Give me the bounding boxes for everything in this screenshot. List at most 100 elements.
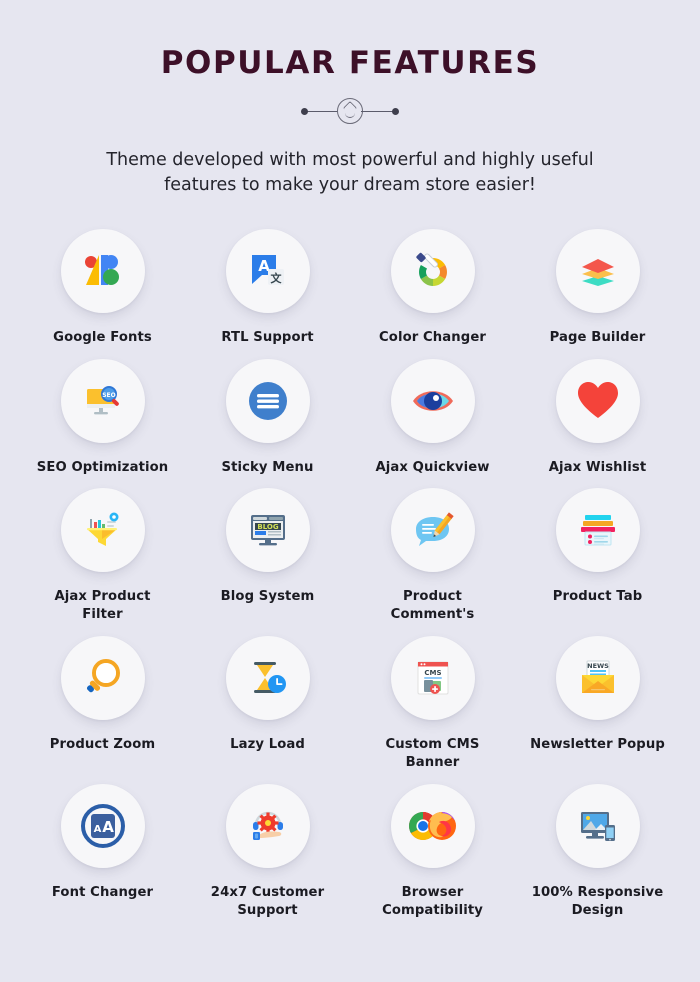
feature-label: Browser Compatibility [382,884,483,918]
feature-label: 24x7 Customer Support [210,884,325,918]
divider-dot-right [392,108,399,116]
feature-item-seo-optimization[interactable]: SEO SEO Optimization [20,358,185,477]
page-subtitle-line-1: Theme developed with most powerful and h… [106,150,594,171]
feature-item-sticky-menu[interactable]: Sticky Menu [185,358,350,477]
svg-text:A: A [102,818,114,836]
feature-icon-badge [390,228,475,313]
feature-label: Sticky Menu [221,459,314,475]
heart-icon [577,381,618,418]
feature-icon-badge [390,488,475,573]
feature-icon-badge [390,783,475,868]
feature-icon-badge: A A [60,783,145,868]
feature-item-google-fonts[interactable]: Google Fonts [20,228,185,347]
page-header: POPULAR FEATURES Theme developed with mo… [0,0,700,199]
page-subtitle: Theme developed with most powerful and h… [90,148,610,199]
feature-label: Ajax Wishlist [548,459,647,475]
feature-icon-badge [60,228,145,313]
tabs-list-icon [580,515,615,546]
feature-item-newsletter-popup[interactable]: NEWS Newsletter Popup [515,636,680,772]
feature-label: Google Fonts [53,329,152,345]
divider-ornament [295,98,405,125]
feature-icon-badge: A 文 [225,228,310,313]
feature-item-blog-system[interactable]: BLOG Blog System [185,488,350,624]
feature-item-ajax-product-filter[interactable]: Ajax Product Filter [20,488,185,624]
feature-item-customer-support[interactable]: 24x7 Customer Support [185,783,350,920]
feature-icon-badge [225,636,310,721]
eye-icon [412,390,453,411]
feature-icon-badge [555,488,640,573]
svg-text:CMS: CMS [424,669,441,677]
chrome-firefox-icon [408,811,456,840]
feature-label: Color Changer [379,329,486,345]
feature-label: Product Zoom [49,737,156,753]
feature-item-rtl-support[interactable]: A 文 RTL Support [185,228,350,347]
feature-item-product-zoom[interactable]: Product Zoom [20,636,185,772]
feature-icon-badge [555,783,640,868]
feature-icon-badge [225,783,310,868]
face-ornament-icon [337,98,363,125]
google-fonts-icon [84,254,119,285]
feature-label: Lazy Load [230,737,305,753]
cms-browser-window-icon: CMS [417,661,448,695]
feature-item-product-tab[interactable]: Product Tab [515,488,680,624]
font-size-aa-icon: A A [80,803,125,848]
features-page: POPULAR FEATURES Theme developed with mo… [0,0,700,982]
feature-icon-badge [60,636,145,721]
feature-item-page-builder[interactable]: Page Builder [515,228,680,347]
feature-icon-badge [60,488,145,573]
feature-icon-badge [555,358,640,443]
svg-text:BLOG: BLOG [257,523,278,531]
svg-text:A: A [93,824,101,835]
feature-item-ajax-wishlist[interactable]: Ajax Wishlist [515,358,680,477]
divider-line-left [307,111,339,113]
feature-label: Ajax Product Filter [54,589,151,623]
blog-monitor-icon: BLOG [250,515,285,546]
seo-monitor-magnifier-icon: SEO [86,385,119,415]
page-title: POPULAR FEATURES [160,45,540,81]
feature-label: Ajax Quickview [375,459,490,475]
svg-text:NEWS: NEWS [587,662,609,670]
feature-label: Product Tab [552,589,643,605]
feature-label: RTL Support [221,329,314,345]
feature-item-responsive-design[interactable]: 100% Responsive Design [515,783,680,920]
feature-item-browser-compatibility[interactable]: Browser Compatibility [350,783,515,920]
feature-item-custom-cms-banner[interactable]: CMS Custom CMS Banner [350,636,515,772]
feature-item-font-changer[interactable]: A A Font Changer [20,783,185,920]
responsive-devices-icon [580,811,615,841]
funnel-filter-icon [86,512,118,547]
feature-label: Newsletter Popup [530,737,665,753]
feature-label: Blog System [220,589,315,605]
layers-icon [581,258,614,286]
feature-icon-badge: SEO [60,358,145,443]
svg-text:SEO: SEO [102,392,116,399]
feature-item-color-changer[interactable]: Color Changer [350,228,515,347]
headset-gear-hand-icon [252,811,283,840]
translate-icon: A 文 [251,254,284,285]
feature-label: Product Comment's [390,589,475,623]
svg-text:文: 文 [270,271,282,285]
divider-line-right [361,111,393,113]
hourglass-clock-icon [253,662,286,694]
feature-label: Custom CMS Banner [385,737,480,770]
news-envelope-icon: NEWS [581,660,614,694]
feature-icon-badge [555,228,640,313]
page-subtitle-line-2: features to make your dream store easier… [164,175,536,196]
feature-icon-badge: NEWS [555,636,640,721]
feature-item-lazy-load[interactable]: Lazy Load [185,636,350,772]
feature-icon-badge: CMS [390,636,475,721]
feature-label: 100% Responsive Design [531,884,664,918]
color-wheel-eyedropper-icon [415,252,447,286]
feature-icon-badge [225,358,310,443]
hamburger-menu-icon [248,381,287,420]
feature-item-ajax-quickview[interactable]: Ajax Quickview [350,358,515,477]
feature-icon-badge: BLOG [225,488,310,573]
features-grid: Google Fonts A 文 RTL Support Color Chang… [20,228,680,920]
feature-label: SEO Optimization [36,459,169,475]
feature-label: Page Builder [549,329,646,345]
feature-item-product-comments[interactable]: Product Comment's [350,488,515,624]
feature-label: Font Changer [51,884,154,900]
feature-icon-badge [390,358,475,443]
divider-dot-left [301,108,308,116]
speech-bubble-pencil-icon [415,512,454,547]
magnifier-icon [86,659,120,693]
